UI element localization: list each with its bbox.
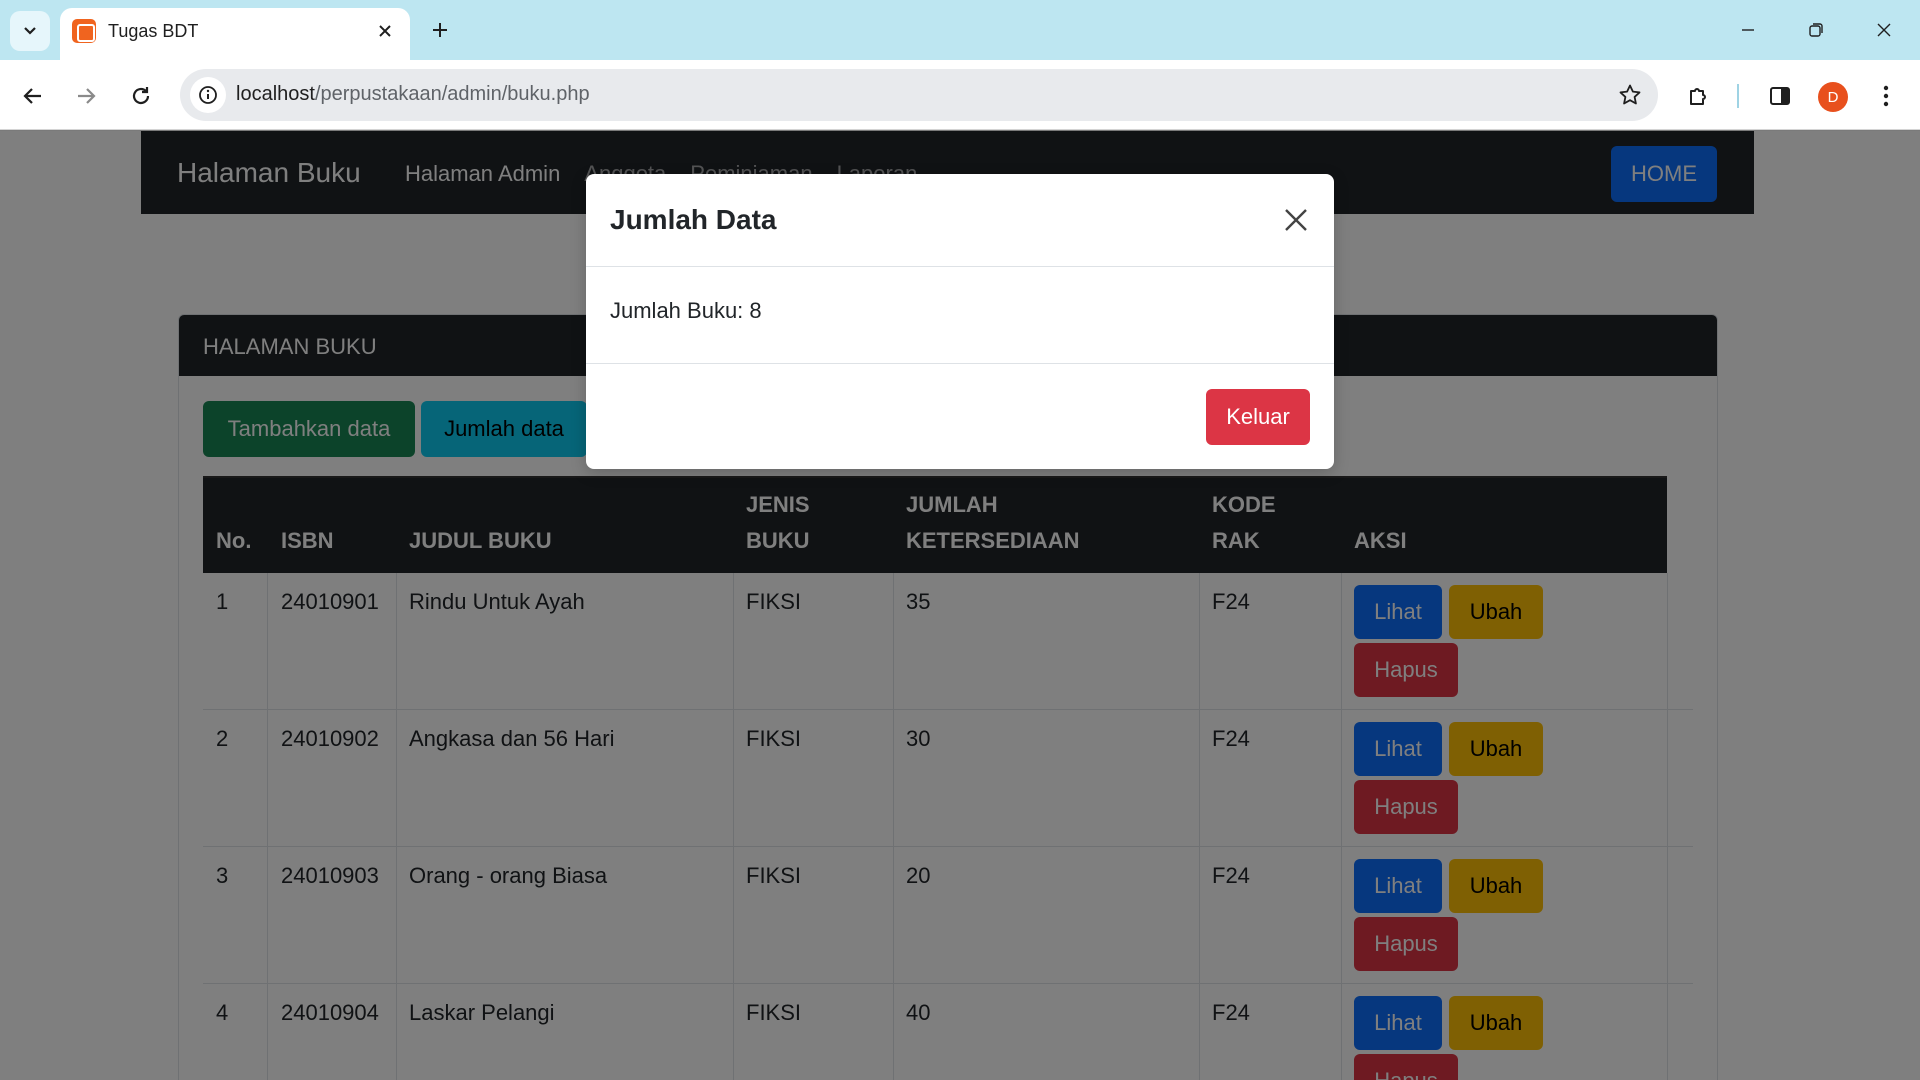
chevron-down-icon [24,27,36,35]
side-panel-button[interactable] [1760,76,1800,116]
tab-title: Tugas BDT [108,21,199,41]
puzzle-icon [1690,88,1706,105]
restore-button[interactable] [1798,12,1834,48]
plus-icon [433,23,447,37]
browser-tab[interactable]: Tugas BDT [60,8,410,60]
info-icon [199,86,217,104]
url-text[interactable]: localhost/perpustakaan/admin/buku.php [236,83,590,106]
url-host: localhost [236,83,315,105]
tab-search-button[interactable] [10,11,50,51]
url-path: /perpustakaan/admin/buku.php [314,83,590,105]
address-bar[interactable]: localhost/perpustakaan/admin/buku.php [180,69,1658,121]
toolbar-divider [1737,84,1739,108]
site-info-button[interactable] [190,77,226,113]
arrow-right-icon [78,88,96,104]
count-modal: Jumlah Data Jumlah Buku: 8 Keluar [586,174,1334,469]
minimize-icon [1742,29,1754,31]
modal-footer: Keluar [586,363,1334,469]
exit-button[interactable]: Keluar [1206,389,1310,445]
reload-icon [132,87,150,105]
browser-menu-button[interactable] [1866,76,1906,116]
reload-button[interactable] [121,76,161,116]
star-icon [1619,84,1641,105]
close-window-button[interactable] [1866,12,1902,48]
browser-toolbar: localhost/perpustakaan/admin/buku.php D [0,60,1920,130]
minimize-button[interactable] [1730,12,1766,48]
modal-body-text: Jumlah Buku: 8 [610,298,762,323]
extensions-button[interactable] [1679,76,1719,116]
forward-button[interactable] [66,76,106,116]
new-tab-button[interactable] [424,14,456,46]
side-panel-icon [1770,87,1790,105]
close-icon [379,25,391,37]
browser-tabstrip: Tugas BDT [0,0,1920,60]
more-vert-icon [1883,85,1889,107]
restore-icon [1809,23,1823,37]
close-icon [1285,209,1307,231]
modal-header: Jumlah Data [586,174,1334,267]
modal-title: Jumlah Data [610,204,777,235]
modal-close-button[interactable] [1278,202,1314,238]
xampp-favicon-icon [72,19,96,43]
profile-avatar[interactable]: D [1818,82,1848,112]
tab-close-button[interactable] [372,18,398,44]
close-icon [1877,23,1891,37]
back-button[interactable] [13,76,53,116]
bookmark-button[interactable] [1616,81,1644,109]
arrow-left-icon [23,88,41,104]
